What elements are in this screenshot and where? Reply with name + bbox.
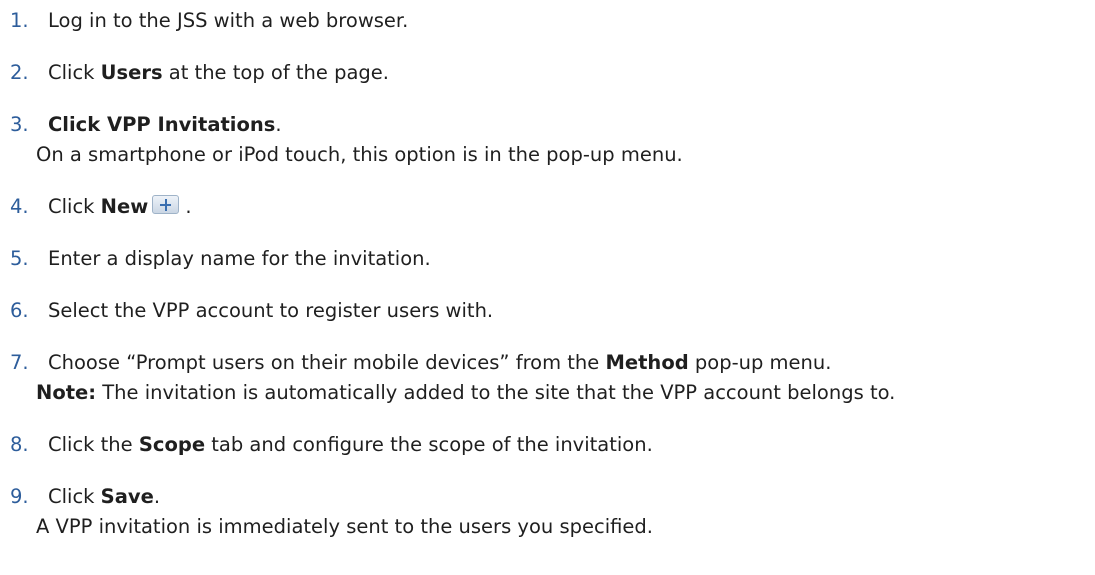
step-text: . <box>153 485 161 508</box>
save-ui-label: Save <box>100 485 154 508</box>
step-text: Log in to the JSS with a web browser. <box>48 9 409 32</box>
step-number: 9. <box>10 485 29 508</box>
step-1: 1. Log in to the JSS with a web browser. <box>0 6 1095 36</box>
step-text: Enter a display name for the invitation. <box>48 247 431 270</box>
users-ui-label: Users <box>100 61 163 84</box>
step-text: Click <box>48 61 101 84</box>
step-8: 8. Click the Scope tab and configure the … <box>0 430 1095 460</box>
step-text: at the top of the page. <box>162 61 390 84</box>
step-6: 6. Select the VPP account to register use… <box>0 296 1095 326</box>
step-note: Note: The invitation is automatically ad… <box>0 378 1095 408</box>
scope-ui-label: Scope <box>138 433 206 456</box>
step-number: 8. <box>10 433 29 456</box>
step-detail: A VPP invitation is immediately sent to … <box>36 515 653 538</box>
step-9: 9. Click Save. A VPP invitation is immedi… <box>0 482 1095 542</box>
step-2: 2. Click Users at the top of the page. <box>0 58 1095 88</box>
step-number: 2. <box>10 61 29 84</box>
step-number: 1. <box>10 9 29 32</box>
step-7: 7. Choose “Prompt users on their mobile d… <box>0 348 1095 408</box>
step-number: 5. <box>10 247 29 270</box>
note-text: The invitation is automatically added to… <box>96 381 896 404</box>
step-number: 7. <box>10 351 29 374</box>
method-ui-label: Method <box>605 351 689 374</box>
step-5: 5. Enter a display name for the invitatio… <box>0 244 1095 274</box>
step-text: Click <box>48 485 101 508</box>
step-4: 4. Click New . <box>0 192 1095 222</box>
note-label: Note: <box>36 381 97 404</box>
step-text: Click the <box>48 433 139 456</box>
step-detail: On a smartphone or iPod touch, this opti… <box>36 143 683 166</box>
step-number: 4. <box>10 195 29 218</box>
step-text: Choose “Prompt users on their mobile dev… <box>48 351 606 374</box>
vpp-invitations-ui-label: Click VPP Invitations <box>48 113 276 136</box>
step-text: . <box>179 195 192 218</box>
step-text: Select the VPP account to register users… <box>48 299 494 322</box>
step-text: . <box>275 113 282 136</box>
step-number: 3. <box>10 113 29 136</box>
step-text: Click <box>48 195 101 218</box>
step-text: pop-up menu. <box>688 351 832 374</box>
step-number: 6. <box>10 299 29 322</box>
step-text: tab and configure the scope of the invit… <box>205 433 653 456</box>
plus-button-icon <box>152 195 180 214</box>
new-ui-label: New <box>100 195 149 218</box>
step-3: 3. Click VPP Invitations. On a smartphone… <box>0 110 1095 170</box>
